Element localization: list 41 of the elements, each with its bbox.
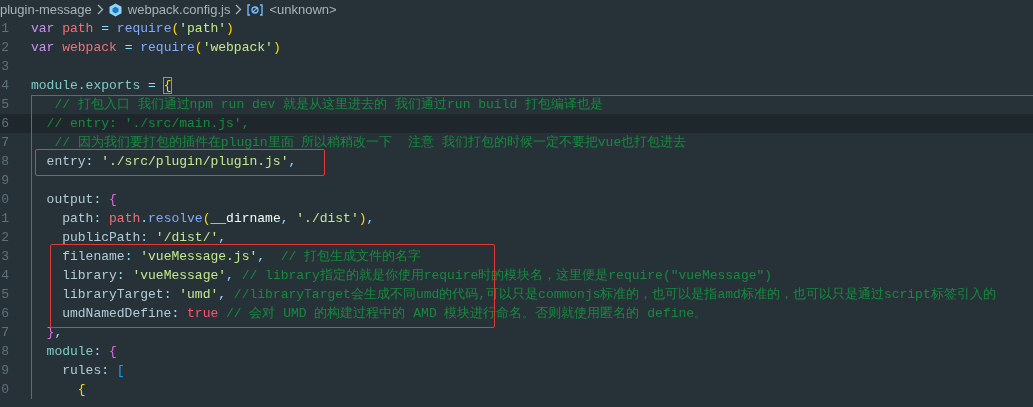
line-number: 6 <box>0 115 9 133</box>
line-number: 7 <box>0 324 9 342</box>
code-line: var path = require('path') <box>31 20 234 38</box>
breadcrumb-item[interactable]: <unknown> <box>269 0 337 20</box>
line-number: 1 <box>0 210 9 228</box>
line-number: 8 <box>0 153 9 171</box>
line-number: 3 <box>0 58 9 76</box>
code-line: module.exports = { <box>31 77 172 95</box>
line-number: 2 <box>0 229 9 247</box>
line-number: 9 <box>0 362 9 380</box>
code-line: entry: './src/plugin/plugin.js', <box>45 153 297 171</box>
line-number: 9 <box>0 172 9 190</box>
cube-icon <box>108 2 122 17</box>
line-number: 5 <box>0 96 9 114</box>
chevron-icon <box>96 4 104 15</box>
line-number: 4 <box>0 267 9 285</box>
chevron-icon <box>235 4 243 15</box>
code-line: module: { <box>45 343 117 361</box>
line-number: 7 <box>0 134 9 152</box>
line-number: 4 <box>0 77 9 95</box>
code-line: publicPath: '/dist/', <box>61 229 227 247</box>
line-number: 5 <box>0 286 9 304</box>
code-line: rules: [ <box>61 362 125 380</box>
code-line: { <box>76 381 86 399</box>
line-number: 3 <box>0 248 9 266</box>
line-number: 8 <box>0 343 9 361</box>
code-line: filename: 'vueMessage.js', // 打包生成文件的名字 <box>61 248 422 266</box>
code-line: // 打包入口 我们通过npm run dev 就是从这里进去的 我们通过run build 打包编译也是 <box>53 96 604 114</box>
code-line: }, <box>45 324 63 342</box>
line-number: 0 <box>0 381 9 399</box>
code-line: var webpack = require('webpack') <box>31 39 281 57</box>
symbol-icon <box>247 3 264 16</box>
line-number: 2 <box>0 39 9 57</box>
code-line: path: path.resolve(__dirname, './dist'), <box>61 210 375 228</box>
code-line: // entry: './src/main.js', <box>45 115 250 133</box>
line-number: 0 <box>0 191 9 209</box>
breadcrumb-item[interactable]: webpack.config.js <box>127 0 231 20</box>
line-number: 6 <box>0 305 9 323</box>
line-number: 1 <box>0 20 9 38</box>
code-line: output: { <box>45 191 117 209</box>
breadcrumb-item[interactable]: plugin-message <box>0 0 92 20</box>
